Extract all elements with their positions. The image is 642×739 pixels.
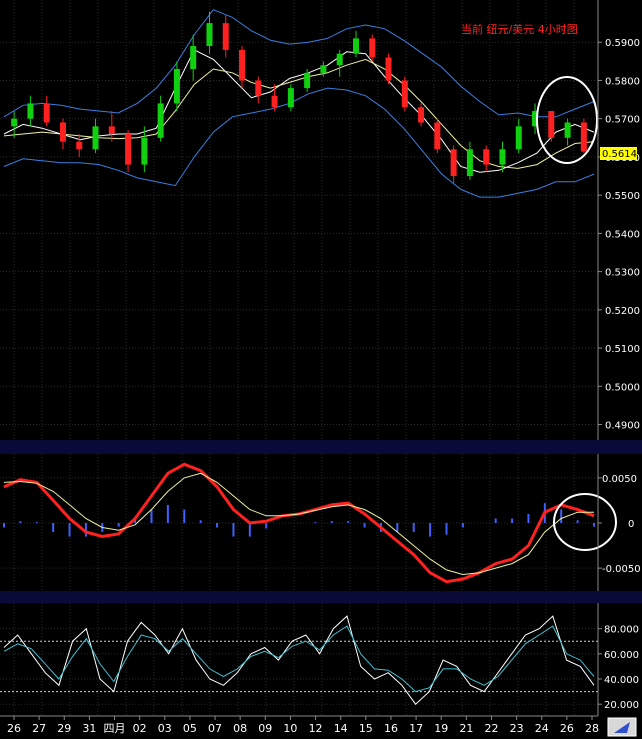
x-tick-label: 21 (459, 722, 473, 735)
y-tick-label: 0.5800 (605, 76, 640, 87)
candle-body (499, 149, 506, 165)
oscillator-panel: 80.000 60.000 40.000 20.000 (0, 603, 639, 716)
signal-fast-line (3, 462, 595, 584)
candle-body (43, 103, 50, 123)
candle-body (255, 80, 262, 96)
y-tick-label: 0.5100 (605, 344, 640, 355)
x-tick-label: 16 (384, 722, 398, 735)
corner-arrow-icon[interactable] (607, 717, 637, 737)
x-tick-label: 12 (309, 722, 323, 735)
panel-divider-2 (0, 591, 642, 603)
osc-lines (3, 615, 595, 705)
candle-body (450, 149, 457, 177)
forex-chart: 当前 纽元/美元 4小时图 0.59000.58000.57000.56000.… (0, 0, 642, 737)
chart-title: 当前 纽元/美元 4小时图 (461, 22, 578, 36)
x-tick-label: 03 (158, 722, 172, 735)
candle-body (206, 23, 213, 47)
candle-body (190, 46, 197, 69)
candle-body (352, 38, 359, 54)
y-tick-label: 0.5000 (605, 382, 640, 393)
y-tick-label: 0.5300 (605, 268, 640, 279)
candle-body (466, 149, 473, 177)
y-tick-label: -0.0050 (602, 564, 641, 575)
candle-body (173, 68, 180, 104)
candle-body (304, 72, 311, 89)
x-tick-label: 24 (535, 722, 549, 735)
candle-body (76, 141, 83, 150)
x-tick-label: 08 (233, 722, 247, 735)
candle-body (434, 122, 441, 150)
candle-body (385, 57, 392, 81)
candle-body (92, 126, 99, 150)
x-tick-label: 10 (283, 722, 297, 735)
candle-body (141, 137, 148, 165)
x-tick-label: 02 (133, 722, 147, 735)
signal-slow-line (3, 472, 594, 576)
candle-body (222, 23, 229, 50)
osc-y-axis: 80.000 60.000 40.000 20.000 (597, 603, 639, 716)
y-tick-label: 80.000 (604, 625, 639, 636)
y-tick-label: 0.5500 (605, 191, 640, 202)
candle-body (320, 65, 327, 73)
x-tick-label: 四月 (104, 722, 126, 735)
candle-body (515, 126, 522, 150)
x-tick-label: 22 (484, 722, 498, 735)
y-tick-label: 0 (628, 519, 634, 530)
x-tick-label: 28 (585, 722, 599, 735)
panel-divider-1 (0, 440, 642, 454)
x-tick-label: 29 (57, 722, 71, 735)
candle-body (564, 122, 571, 138)
y-tick-label: 20.000 (604, 700, 639, 711)
candle-body (27, 103, 34, 119)
candle-body (369, 38, 376, 58)
candle-body (108, 126, 115, 134)
osc-grid (0, 603, 598, 716)
candle-body (125, 133, 132, 165)
candle-body (157, 103, 164, 138)
candle-body (11, 118, 18, 127)
macd-histogram (3, 503, 595, 537)
macd-y-axis: 0.0050 0 -0.0050 (597, 454, 641, 591)
candle-body (483, 149, 490, 165)
candle-body (401, 80, 408, 108)
x-tick-label: 27 (32, 722, 46, 735)
macd-grid (0, 454, 598, 591)
macd-lines (3, 462, 595, 584)
last-price-label: 0.5614 (602, 149, 637, 160)
x-tick-label: 07 (208, 722, 222, 735)
y-tick-label: 0.5900 (605, 38, 640, 49)
candle-body (336, 53, 343, 66)
x-tick-label: 15 (359, 722, 373, 735)
x-tick-label: 26 (560, 722, 574, 735)
x-axis: 26 27 29 31 四月 02 03 05 07 08 09 10 12 14 15 16 17 19 21 22… (0, 715, 599, 735)
candle-body (580, 122, 587, 152)
price-panel: 当前 纽元/美元 4小时图 0.59000.58000.57000.56000.… (0, 0, 640, 440)
y-tick-label: 0.5700 (605, 115, 640, 126)
y-tick-label: 60.000 (604, 650, 639, 661)
oscillator-fast-line (3, 615, 595, 705)
candle-body (59, 122, 66, 142)
x-tick-label: 31 (82, 722, 96, 735)
candle-body (239, 49, 246, 81)
candle-body (271, 95, 278, 108)
x-tick-label: 09 (258, 722, 272, 735)
candle-body (548, 111, 555, 138)
candle-body (287, 88, 294, 108)
candle-body (418, 107, 425, 123)
x-tick-label: 19 (434, 722, 448, 735)
x-tick-label: 26 (7, 722, 21, 735)
x-tick-label: 14 (334, 722, 348, 735)
y-tick-label: 0.0050 (602, 474, 637, 485)
macd-highlight-circle (553, 493, 617, 551)
macd-panel: 0.0050 0 -0.0050 (0, 454, 641, 591)
y-tick-label: 40.000 (604, 675, 639, 686)
y-tick-label: 0.5200 (605, 306, 640, 317)
price-y-axis: 0.59000.58000.57000.56000.55000.54000.53… (597, 0, 640, 440)
y-tick-label: 0.4900 (605, 421, 640, 432)
x-tick-label: 05 (183, 722, 197, 735)
y-tick-label: 0.5400 (605, 229, 640, 240)
x-tick-label: 17 (409, 722, 423, 735)
x-tick-label: 23 (510, 722, 524, 735)
oscillator-slow-line (3, 625, 595, 693)
